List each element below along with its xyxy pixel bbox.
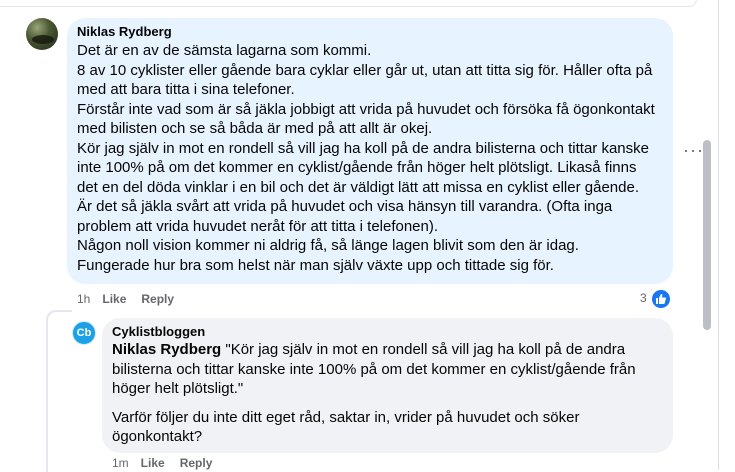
comment-line: inte 100% på om det kommer en cyklist/gå… [77, 159, 637, 176]
thumbs-up-glyph [656, 294, 666, 304]
reply-reply-button[interactable]: Reply [180, 456, 213, 470]
comment-line: Kör jag själv in mot en rondell så vill … [77, 139, 649, 157]
reply-line: höger helt plötsligt." [112, 380, 244, 397]
reaction-count[interactable]: 3 [640, 291, 647, 305]
scrollbar-thumb[interactable] [703, 140, 711, 330]
comment-line: 8 av 10 cyklister eller gående bara cykl… [77, 61, 653, 79]
niklas-avatar[interactable] [26, 18, 58, 50]
comment-line: med att bara titta i sina telefoner. [77, 81, 295, 98]
reply-thread-line [46, 310, 72, 472]
reply-line: ögonkontakt? [112, 428, 203, 445]
comment-body: Det är en av de sämsta lagarna som kommi… [77, 41, 667, 275]
comment-line: med bilisten och se så båda är med på at… [77, 120, 433, 137]
comment-actions: 1h Like Reply [77, 292, 189, 306]
comment-author[interactable]: Niklas Rydberg [77, 24, 172, 39]
comment-line: Är det så jäkla svårt att vrida på huvud… [77, 198, 613, 215]
reply-actions: 1m Like Reply [112, 456, 227, 470]
reply-author[interactable]: Cyklistbloggen [112, 324, 205, 339]
comment-line: det en del döda vinklar i en bil och det… [77, 178, 639, 196]
comment-line: Det är en av de sämsta lagarna som kommi… [77, 42, 372, 59]
reply-quote: "Kör jag själv in mot en rondell så vill… [221, 341, 626, 358]
reply-body: Niklas Rydberg "Kör jag själv in mot en … [112, 340, 667, 447]
comment-line: problem att vrida huvudet neråt för att … [77, 217, 439, 235]
cyklistbloggen-avatar[interactable]: Cb [72, 321, 96, 345]
reply-line: bilisterna och tittar kanske inte 100% p… [112, 360, 636, 378]
reply-timestamp[interactable]: 1m [112, 456, 129, 470]
panel-divider [718, 0, 719, 470]
comment-timestamp[interactable]: 1h [77, 292, 90, 306]
reply-like-button[interactable]: Like [141, 456, 165, 470]
comment-line: Fungerade hur bra som helst när man själ… [77, 256, 554, 274]
mention-link[interactable]: Niklas Rydberg [112, 341, 221, 358]
comment-line: Någon noll vision kommer ni aldrig få, s… [77, 237, 579, 254]
thumbs-up-icon[interactable] [651, 289, 671, 309]
more-options-icon[interactable]: ··· [683, 140, 704, 161]
reply-line: Varför följer du inte ditt eget råd, sak… [112, 408, 580, 426]
like-button[interactable]: Like [102, 292, 126, 306]
reply-button[interactable]: Reply [141, 292, 174, 306]
comment-line: Förstår inte vad som är så jäkla jobbigt… [77, 100, 655, 118]
previous-comment-card-edge [0, 0, 697, 7]
